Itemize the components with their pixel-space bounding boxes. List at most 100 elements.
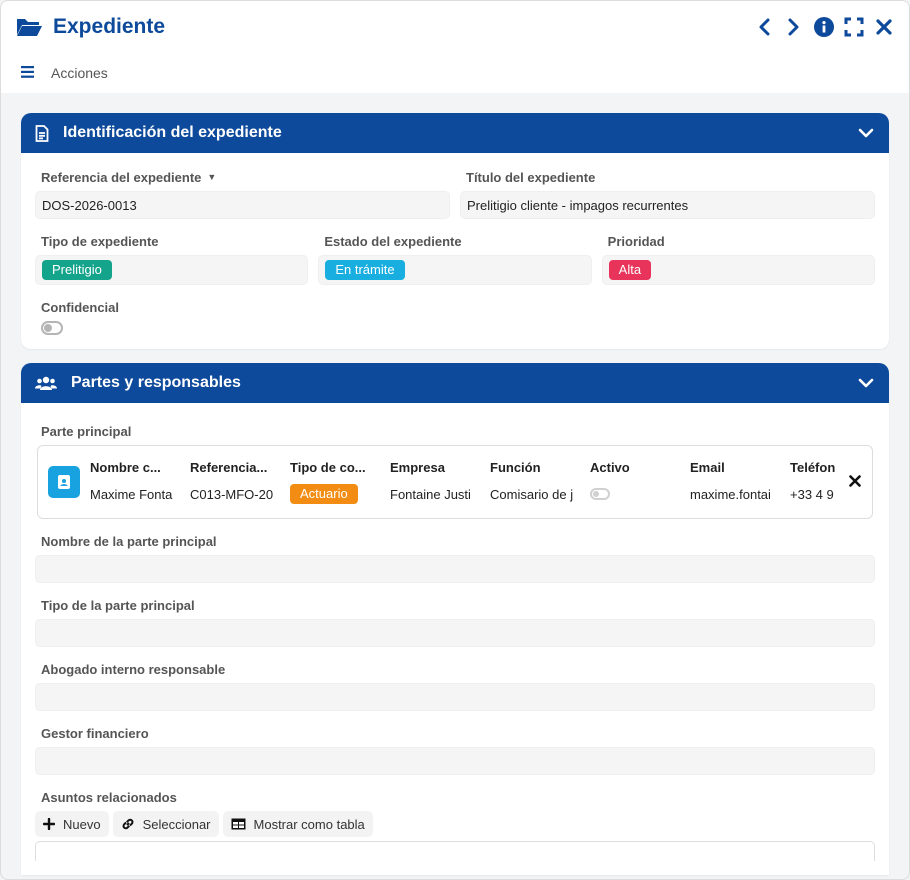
party-col-header: Email — [690, 460, 725, 475]
priority-label: Prioridad — [607, 233, 665, 249]
main-party-type-field: Tipo de la parte principal — [35, 597, 875, 647]
party-col-header: Nombre c... — [90, 460, 161, 475]
field-row: Tipo de expediente Prelitigio Estado del… — [35, 233, 875, 285]
type-label: Tipo de expediente — [41, 233, 159, 249]
contact-card-icon — [48, 466, 80, 498]
main-party-card[interactable]: Nombre c... Maxime Fonta Referencia... C… — [37, 445, 873, 519]
close-icon[interactable] — [873, 16, 895, 38]
parties-panel: Partes y responsables Parte principal No… — [21, 363, 889, 875]
party-col-header: Empresa — [390, 460, 445, 475]
plus-icon — [43, 818, 55, 830]
party-col-company: Empresa Fontaine Justi — [390, 460, 490, 504]
active-toggle — [590, 488, 610, 500]
financial-manager-input[interactable] — [35, 747, 875, 775]
actions-label[interactable]: Acciones — [51, 65, 108, 81]
party-col-header: Tipo de co... — [290, 460, 366, 475]
file-title-input[interactable]: Prelitigio cliente - impagos recurrentes — [460, 191, 875, 219]
main-party-type-label: Tipo de la parte principal — [41, 597, 195, 613]
chevron-down-icon[interactable] — [857, 124, 875, 142]
type-chip: Prelitigio — [42, 260, 112, 280]
actions-menu[interactable]: Acciones — [1, 53, 909, 93]
main-party-label: Parte principal — [41, 423, 132, 439]
link-icon — [121, 817, 135, 831]
related-matters-label: Asuntos relacionados — [41, 789, 177, 805]
confidential-toggle[interactable] — [41, 321, 63, 335]
party-col-name: Nombre c... Maxime Fonta — [90, 460, 190, 504]
next-icon[interactable] — [783, 16, 805, 38]
title-bar: Expediente — [1, 1, 909, 53]
hamburger-icon[interactable] — [21, 65, 35, 81]
state-chip: En trámite — [325, 260, 405, 280]
caret-down-icon[interactable]: ▼ — [207, 172, 216, 182]
identification-panel-header[interactable]: Identificación del expediente — [21, 113, 889, 153]
info-icon[interactable] — [813, 16, 835, 38]
table-icon — [231, 818, 246, 830]
file-title-field: Título del expediente Prelitigio cliente… — [460, 169, 875, 219]
remove-party-icon[interactable] — [846, 472, 864, 490]
party-col-function: Función Comisario de j — [490, 460, 590, 504]
parties-panel-header[interactable]: Partes y responsables — [21, 363, 889, 403]
related-matters-list — [35, 841, 875, 861]
previous-icon[interactable] — [753, 16, 775, 38]
party-col-email: Email maxime.fontai — [690, 460, 790, 504]
field-row: Referencia del expediente ▼ DOS-2026-0013… — [35, 169, 875, 219]
select-button[interactable]: Seleccionar — [112, 811, 219, 837]
priority-field: Prioridad Alta — [601, 233, 875, 285]
folder-open-icon — [15, 16, 43, 38]
show-as-table-button[interactable]: Mostrar como tabla — [222, 811, 373, 837]
party-col-value: +33 4 9 — [790, 486, 834, 502]
lawyer-input[interactable] — [35, 683, 875, 711]
identification-panel-body: Referencia del expediente ▼ DOS-2026-0013… — [21, 153, 889, 349]
party-col-active: Activo — [590, 460, 690, 504]
main-party-columns: Nombre c... Maxime Fonta Referencia... C… — [90, 460, 862, 504]
lawyer-field: Abogado interno responsable — [35, 661, 875, 711]
party-col-header: Teléfon — [790, 460, 836, 475]
reference-input[interactable]: DOS-2026-0013 — [35, 191, 450, 219]
party-col-value: Maxime Fonta — [90, 486, 173, 502]
users-icon — [35, 375, 63, 391]
new-button[interactable]: Nuevo — [35, 811, 109, 837]
lawyer-label: Abogado interno responsable — [41, 661, 226, 677]
reference-field: Referencia del expediente ▼ DOS-2026-0013 — [35, 169, 450, 219]
parties-panel-body: Parte principal Nombre c... Maxime Fonta… — [21, 403, 889, 875]
main-party-name-label: Nombre de la parte principal — [41, 533, 217, 549]
party-col-reference: Referencia... C013-MFO-20 — [190, 460, 290, 504]
party-col-header: Activo — [590, 460, 630, 475]
main-party-name-input[interactable] — [35, 555, 875, 583]
state-field: Estado del expediente En trámite — [318, 233, 592, 285]
window-title: Expediente — [53, 15, 166, 38]
type-select[interactable]: Prelitigio — [35, 255, 309, 285]
confidential-label: Confidencial — [41, 299, 120, 315]
related-matters-field: Asuntos relacionados Nuevo Seleccionar M… — [35, 789, 875, 861]
select-button-label: Seleccionar — [142, 816, 211, 832]
related-actions: Nuevo Seleccionar Mostrar como tabla — [35, 811, 875, 837]
expand-icon[interactable] — [843, 16, 865, 38]
party-col-value: Fontaine Justi — [390, 486, 471, 502]
show-as-table-label: Mostrar como tabla — [253, 816, 365, 832]
party-col-value: Comisario de j — [490, 486, 574, 502]
chevron-down-icon[interactable] — [857, 374, 875, 392]
party-col-contact-type: Tipo de co... Actuario — [290, 460, 390, 504]
party-col-header: Función — [490, 460, 541, 475]
state-label: Estado del expediente — [324, 233, 462, 249]
priority-chip: Alta — [608, 260, 652, 280]
state-select[interactable]: En trámite — [318, 255, 592, 285]
parties-panel-title: Partes y responsables — [71, 374, 241, 391]
file-title-label: Título del expediente — [466, 169, 596, 185]
identification-panel-title: Identificación del expediente — [63, 124, 282, 141]
window-actions — [753, 16, 895, 38]
main-party-name-field: Nombre de la parte principal — [35, 533, 875, 583]
type-field: Tipo de expediente Prelitigio — [35, 233, 309, 285]
party-col-header: Referencia... — [190, 460, 268, 475]
content-area: Identificación del expediente Referencia… — [1, 93, 909, 875]
identification-panel: Identificación del expediente Referencia… — [21, 113, 889, 349]
contact-type-chip: Actuario — [290, 484, 358, 504]
expediente-window: Expediente Acciones Identificación del e… — [0, 0, 910, 880]
financial-manager-field: Gestor financiero — [35, 725, 875, 775]
confidential-field: Confidencial — [35, 299, 875, 335]
reference-label: Referencia del expediente — [41, 169, 202, 185]
party-col-value: C013-MFO-20 — [190, 486, 274, 502]
party-col-value: maxime.fontai — [690, 486, 771, 502]
main-party-type-input[interactable] — [35, 619, 875, 647]
priority-select[interactable]: Alta — [601, 255, 875, 285]
